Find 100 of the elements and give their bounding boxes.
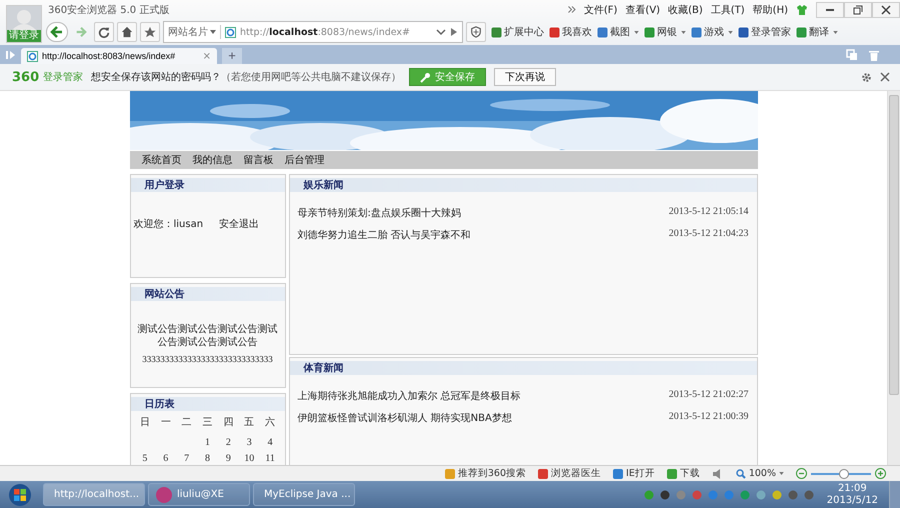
zoom-out-button[interactable] [796,468,807,479]
restore-button[interactable] [844,2,872,18]
back-button[interactable] [46,22,68,42]
caret-icon [634,30,639,34]
site-card-dropdown[interactable]: 网站名片 [168,25,221,39]
status-button[interactable]: 推荐到360搜索 [444,467,526,480]
refresh-icon [98,26,110,38]
menu-item[interactable]: 帮助(H) [752,2,788,16]
toolbar-icon [691,26,702,38]
menu-item[interactable]: 工具(T) [710,2,745,16]
refresh-button[interactable] [94,22,114,42]
status-icon [444,468,455,478]
calendar-day[interactable]: 8 [197,453,218,465]
status-button[interactable]: IE打开 [613,467,655,480]
taskbar-button[interactable]: MyEclipse Java ... [253,483,355,506]
address-bar[interactable]: 网站名片 http://localhost:8083/news/index# [163,21,463,43]
zoom-button[interactable]: 100% [736,468,784,479]
panel-title: 用户登录 [144,178,184,192]
toolbar-button[interactable]: 我喜欢 [549,25,592,39]
calendar-day[interactable]: 2 [218,437,239,449]
toolbar-button[interactable]: 截图 [597,25,639,39]
calendar-day[interactable]: 10 [238,453,260,465]
tray-icon[interactable] [772,490,782,500]
toolbar-button[interactable]: 扩展中心 [491,25,544,39]
scrollbar[interactable] [887,91,900,465]
home-icon [121,26,133,38]
tray-icon[interactable] [660,490,670,500]
restore-icon [853,4,863,14]
product-name: 登录管家 [43,70,84,84]
toolbar-icon [644,26,655,38]
nav-link[interactable]: 系统首页 [142,153,182,167]
shirt-icon[interactable] [796,4,808,16]
nav-link[interactable]: 后台管理 [284,153,324,167]
weekday-label: 六 [264,417,276,429]
account-button[interactable]: 请登录 [6,5,42,43]
news-time: 2013-5-12 21:00:39 [668,411,748,424]
close-icon[interactable] [880,72,890,82]
nav-link[interactable]: 我的信息 [192,153,232,167]
menu-item[interactable]: 文件(F) [584,2,618,16]
calendar-day[interactable]: 1 [197,437,218,449]
toolbar-button[interactable]: 游戏 [691,25,733,39]
tray-icon[interactable] [756,490,766,500]
page-icon [27,50,38,62]
page-icon [225,26,236,38]
trash-icon[interactable] [868,48,880,60]
window-title: 360安全浏览器 5.0 正式版 [48,4,170,16]
dropdown-icon[interactable] [436,28,446,36]
nav-link[interactable]: 留言板 [244,153,274,167]
browser-tab[interactable]: http://localhost:8083/news/index# × [21,48,217,64]
toolbar-icon [549,26,560,38]
notice-text: 测试公告测试公告测试公告测试公告测试公告测试公告 [136,323,278,349]
calendar-day[interactable]: 5 [134,453,156,465]
windows-icon[interactable] [846,48,858,60]
news-link[interactable]: 刘德华努力追生二胎 否认与吴宇森不和 [298,228,471,242]
security-button[interactable] [466,22,486,42]
zoom-in-button[interactable] [875,468,886,479]
favorite-button[interactable] [140,22,160,42]
calendar-day[interactable]: 4 [260,437,280,449]
go-icon[interactable] [450,28,458,36]
toolbar-button[interactable]: 登录管家 [738,25,791,39]
status-button[interactable]: 浏览器医生 [538,467,602,480]
calendar-day[interactable]: 6 [155,453,176,465]
zoom-slider-thumb[interactable] [839,468,849,478]
sidebar-toggle-icon[interactable] [6,50,16,60]
minimize-button[interactable] [816,2,844,18]
close-button[interactable] [872,2,900,18]
password-prompt: 想安全保存该网站的密码吗？ [91,70,222,84]
weekday-label: 三 [201,417,214,429]
weekday-label: 五 [243,417,256,429]
weekday-label: 一 [160,417,172,429]
caret-icon [210,30,216,34]
home-button[interactable] [117,22,137,42]
later-button[interactable]: 下次再说 [494,68,556,86]
status-button[interactable]: 下载 [666,467,700,480]
toolbar-button[interactable]: 网银 [644,25,686,39]
start-button[interactable] [8,482,32,506]
news-link[interactable]: 上海期待张兆旭能成功入加索尔 总冠军是终极目标 [298,389,521,403]
settings-icon[interactable] [861,72,872,82]
news-link[interactable]: 母亲节特别策划:盘点娱乐圈十大辣妈 [298,206,461,220]
toolbar-icon [491,26,502,38]
menu-item[interactable]: 查看(V) [625,2,660,16]
more-icon[interactable] [568,6,576,13]
calendar-day[interactable]: 7 [176,453,198,465]
toolbar-icon [738,26,749,38]
menu-item[interactable]: 收藏(B) [668,2,703,16]
calendar-day[interactable]: 11 [260,453,280,465]
logout-link[interactable]: 安全退出 [219,217,260,231]
weekday-label: 二 [180,417,193,429]
panel-title: 体育新闻 [304,361,344,375]
news-link[interactable]: 伊朗篮板怪曾试训洛杉矶湖人 期待实现NBA梦想 [298,411,512,425]
tray-icon[interactable] [804,490,814,500]
panel-title: 网站公告 [144,288,184,301]
calendar-day[interactable]: 3 [238,437,260,449]
new-tab-button[interactable]: + [222,48,242,64]
calendar-day[interactable]: 9 [218,453,239,465]
panel-title: 日历表 [144,398,174,411]
scrollbar-thumb[interactable] [889,95,899,395]
tray-icon[interactable] [788,490,798,500]
toolbar-button[interactable]: 翻译 [796,25,838,39]
back-icon [50,25,64,39]
